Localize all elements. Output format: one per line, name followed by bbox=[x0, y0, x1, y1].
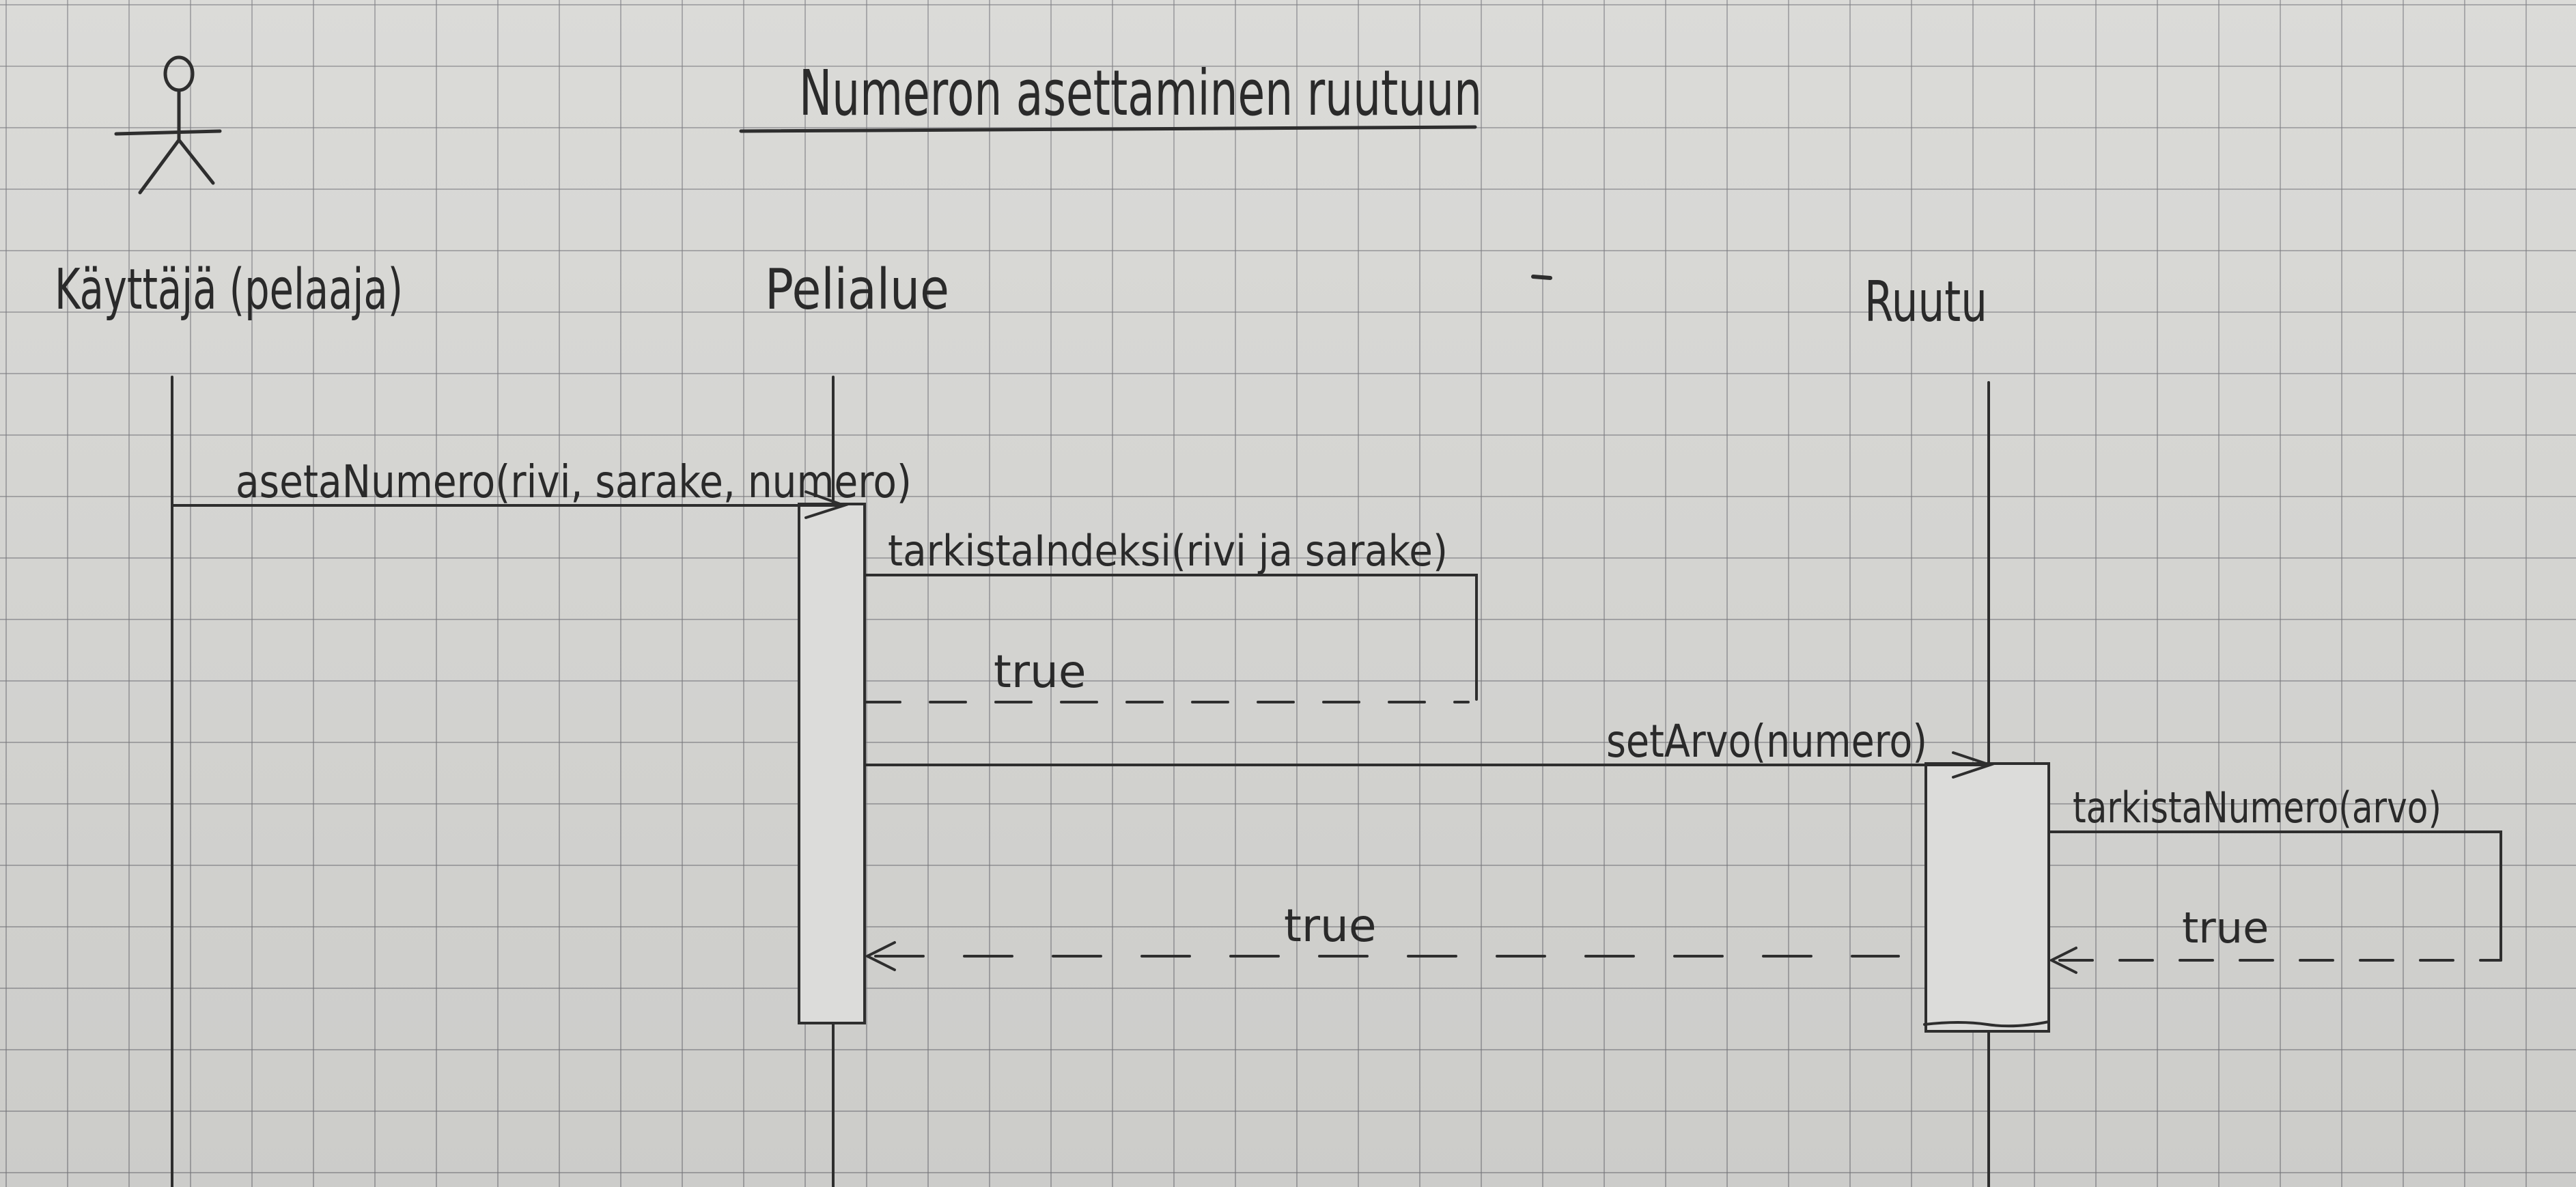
actor-stick-figure bbox=[114, 55, 222, 195]
return-true-indeksi: true bbox=[863, 645, 1470, 703]
activation-bar-pelialue bbox=[798, 503, 866, 1024]
self-call-path bbox=[863, 574, 1478, 701]
message-setArvo: setArvo(numero) bbox=[863, 715, 1995, 779]
sequence-diagram: Numeron asettaminen ruutuun Käyttäjä (pe… bbox=[55, 55, 2502, 1187]
message-tarkistaIndeksi: tarkistaIndeksi(rivi ja sarake) bbox=[863, 526, 1478, 701]
return-label: true bbox=[1284, 899, 1376, 952]
actor-left-leg bbox=[138, 138, 181, 195]
stray-pencil-mark bbox=[1531, 275, 1552, 280]
message-tarkistaNumero: tarkistaNumero(arvo) bbox=[2047, 783, 2502, 962]
return-label: true bbox=[994, 645, 1086, 698]
participant-label-user: Käyttäjä (pelaaja) bbox=[55, 257, 403, 322]
return-true-setArvo: true bbox=[864, 899, 1900, 971]
message-label: tarkistaNumero(arvo) bbox=[2073, 783, 2441, 833]
self-call-path bbox=[2047, 830, 2502, 962]
message-label: asetaNumero(rivi, sarake, numero) bbox=[236, 456, 912, 508]
return-label: true bbox=[2182, 903, 2269, 953]
sequence-diagram-page: Numeron asettaminen ruutuun Käyttäjä (pe… bbox=[0, 0, 2576, 1187]
actor-arms bbox=[114, 129, 222, 136]
activation-bar-ruutu bbox=[1924, 762, 2050, 1033]
actor-head bbox=[163, 55, 195, 92]
diagram-title-text: Numeron asettaminen ruutuun bbox=[799, 57, 1482, 130]
participant-label-ruutu: Ruutu bbox=[1864, 270, 1987, 335]
message-label: tarkistaIndeksi(rivi ja sarake) bbox=[888, 526, 1448, 576]
return-true-numero: true bbox=[2048, 903, 2502, 974]
actor-right-leg bbox=[177, 138, 215, 185]
participant-label-pelialue: Pelialue bbox=[765, 257, 949, 322]
message-label: setArvo(numero) bbox=[1606, 715, 1927, 768]
diagram-title: Numeron asettaminen ruutuun bbox=[739, 57, 1482, 133]
